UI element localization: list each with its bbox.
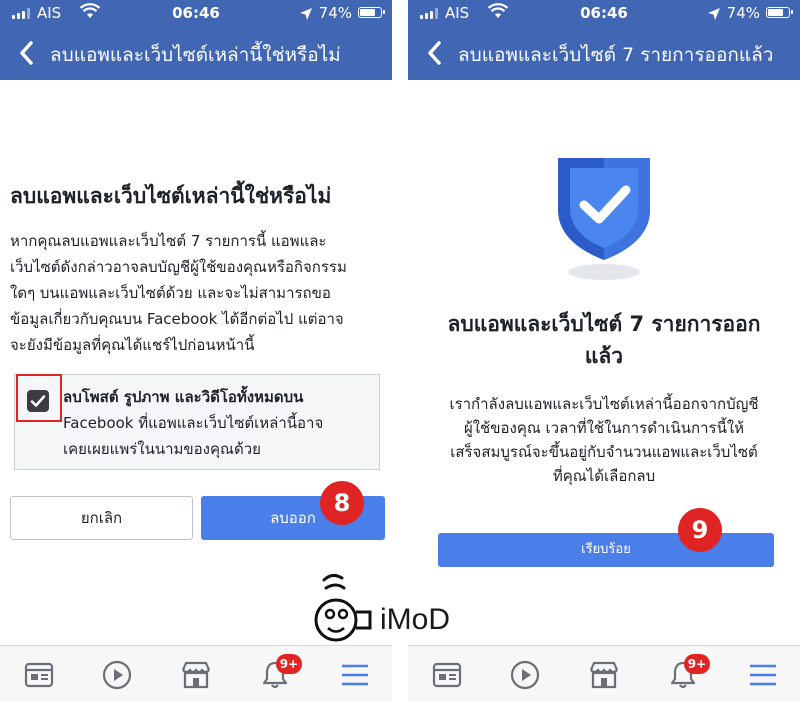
step-badge: 8 [320,481,364,525]
news-feed-icon[interactable] [430,658,464,692]
status-bar: AIS 06:46 74% [0,0,392,26]
nav-title: ลบแอพและเว็บไซต์ 7 รายการออกแล้ว [458,44,774,66]
marketplace-icon[interactable] [179,658,213,692]
watch-play-icon[interactable] [508,658,542,692]
news-feed-icon[interactable] [22,658,56,692]
battery-icon [358,7,385,18]
marketplace-icon[interactable] [587,658,621,692]
tab-bar: 9+ [0,645,392,701]
success-heading-line: ลบแอพและเว็บไซต์ 7 รายการออก [447,312,761,336]
page-heading: ลบแอพและเว็บไซต์เหล่านี้ใช่หรือไม่ [10,184,332,208]
highlight-box [16,374,62,422]
success-heading-line: แล้ว [584,344,624,368]
nav-title: ลบแอพและเว็บไซต์เหล่านี้ใช่หรือไม่ [50,44,341,66]
notifications-bell-icon[interactable]: 9+ [666,654,710,692]
watch-play-icon[interactable] [100,658,134,692]
menu-icon[interactable] [338,658,372,692]
success-description: เรากำลังลบแอพและเว็บไซต์เหล่านี้ออกจากบั… [422,392,786,488]
delete-posts-label-line: เคยเผยแพร่ในนามของคุณด้วย [63,440,261,458]
shield-check-icon [550,150,658,284]
battery-percent: 74% [726,4,760,22]
navigation-bar: ลบแอพและเว็บไซต์เหล่านี้ใช่หรือไม่ [0,26,392,80]
done-button[interactable]: เรียบร้อย [438,533,774,567]
battery-percent: 74% [318,4,352,22]
location-arrow-icon [708,6,720,20]
description-line: ที่คุณได้เลือกลบ [552,467,656,485]
delete-posts-label: ลบโพสต์ รูปภาพ และวิดีโอทั้งหมดบน Facebo… [63,384,375,462]
description-line: ผู้ใช้ของคุณ เวลาที่ใช้ในการดำเนินการนี้… [463,419,745,437]
back-chevron-icon[interactable] [426,40,442,66]
tab-bar: 9+ [408,645,800,701]
description-line: เสร็จสมบูรณ์จะขึ้นอยู่กับจำนวนแอพและเว็บ… [450,443,758,461]
notification-badge: 9+ [684,654,710,674]
status-bar: AIS 06:46 74% [408,0,800,26]
description-line: เว็บไซต์ดังกล่าวอาจลบบัญชีผู้ใช้ของคุณหร… [10,258,347,276]
menu-icon[interactable] [746,658,780,692]
success-heading: ลบแอพและเว็บไซต์ 7 รายการออก แล้ว [414,308,794,372]
description-line: เรากำลังลบแอพและเว็บไซต์เหล่านี้ออกจากบั… [449,395,759,413]
description-line: ใดๆ บนแอพและเว็บไซต์ด้วย และจะไม่สามารถข… [10,284,331,302]
notification-badge: 9+ [276,654,302,674]
description-line: ข้อมูลเกี่ยวกับคุณบน Facebook ได้อีกต่อไ… [10,310,344,328]
delete-posts-label-bold: ลบโพสต์ รูปภาพ และวิดีโอทั้งหมดบน [63,388,304,406]
step-badge: 9 [678,508,722,552]
battery-icon [766,7,793,18]
watermark-text: iMoD [380,603,451,636]
back-chevron-icon[interactable] [18,40,34,66]
notifications-bell-icon[interactable]: 9+ [258,654,302,692]
delete-posts-label-line: Facebook ที่แอพและเว็บไซต์เหล่านี้อาจ [63,414,324,432]
cancel-button[interactable]: ยกเลิก [10,496,193,540]
navigation-bar: ลบแอพและเว็บไซต์ 7 รายการออกแล้ว [408,26,800,80]
description: หากคุณลบแอพและเว็บไซต์ 7 รายการนี้ แอพแล… [10,228,388,358]
description-line: หากคุณลบแอพและเว็บไซต์ 7 รายการนี้ แอพแล… [10,232,327,250]
location-arrow-icon [300,6,312,20]
description-line: จะยังมีข้อมูลที่คุณได้แชร์ไปก่อนหน้านี้ [10,336,255,354]
